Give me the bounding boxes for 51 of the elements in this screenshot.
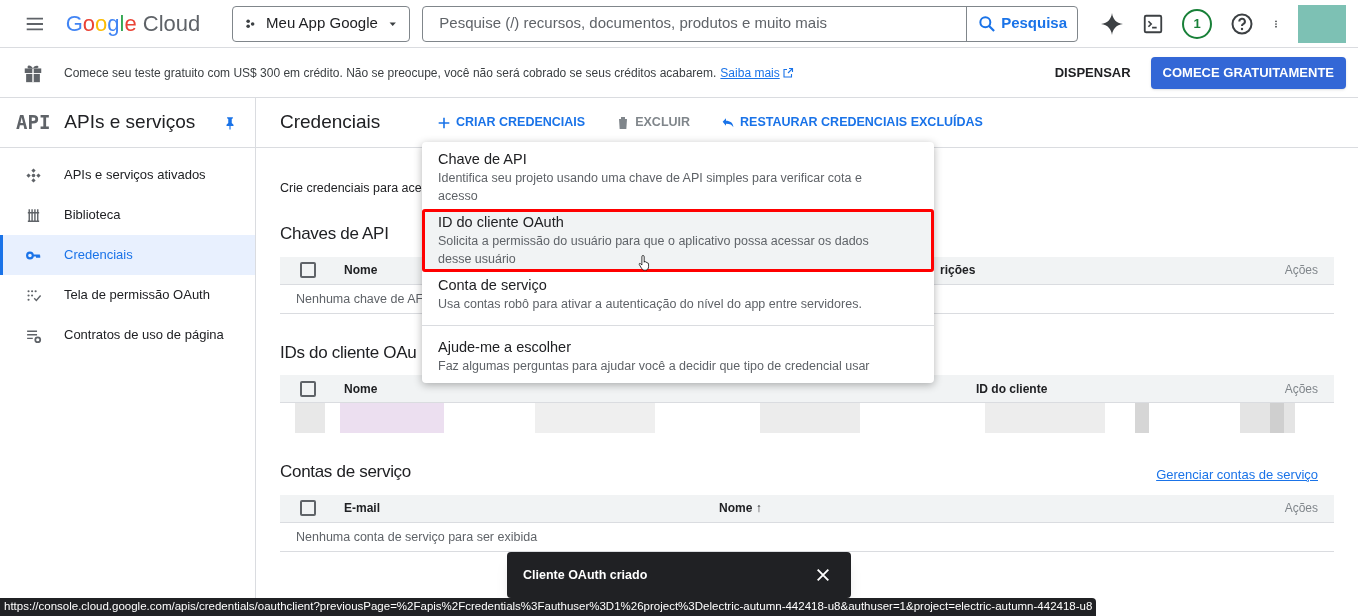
menu-item[interactable]: Ajude-me a escolher Faz algumas perguntas para ajudar você a decidir que tipo de credencial usar xyxy=(422,334,934,379)
close-icon[interactable] xyxy=(815,567,831,583)
toolbar-button[interactable]: CRIAR CREDENCIAIS xyxy=(436,106,586,139)
start-free-button[interactable]: COMECE GRATUITAMENTE xyxy=(1150,56,1346,89)
page-title: Credenciais xyxy=(280,110,382,135)
column-header: ID do cliente xyxy=(976,380,1048,398)
help-icon[interactable] xyxy=(1230,11,1254,36)
snackbar-message: Cliente OAuth criado xyxy=(523,566,648,584)
section-title: IDs do cliente OAu xyxy=(280,341,417,364)
status-url: https://console.cloud.google.com/apis/credentials/oauthclient?previousPage=%2Fapis%2Fcredentials%3Fauthuser%3D1%26project%3Delectric-autumn-442418-u8&authuser=1&project=electric-autumn-442418-u8 xyxy=(0,598,1097,616)
menu-item[interactable]: Conta de serviço Usa contas robô para ativar a autenticação do nível do app entre servidores. xyxy=(422,272,934,317)
column-header: Nome xyxy=(344,381,378,396)
checkbox[interactable] xyxy=(300,380,316,397)
search-button[interactable]: Pesquisa xyxy=(966,6,1077,41)
menu-item[interactable]: Chave de API Identifica seu projeto usando uma chave de API simples para verificar cota e acesso xyxy=(422,146,934,209)
manage-link[interactable]: Gerenciar contas de serviço xyxy=(1156,465,1318,485)
learn-more-link[interactable]: Saiba mais xyxy=(720,63,794,82)
column-header: Nome xyxy=(344,263,378,277)
column-header: E-mail xyxy=(344,501,380,515)
column-header: Nome ↑ xyxy=(719,500,762,517)
banner-text: Comece seu teste gratuito com US$ 300 em crédito. Não se preocupe, você não será cobrado se seus créditos acabarem. xyxy=(64,64,717,82)
sidebar-item[interactable]: Contratos de uso de página xyxy=(0,315,255,355)
column-header: Ações xyxy=(1284,262,1318,279)
dismiss-button[interactable]: DISPENSAR xyxy=(1046,56,1139,89)
library-icon xyxy=(25,206,42,224)
external-link-icon xyxy=(781,66,794,79)
intro-text: Crie credenciais para ace xyxy=(280,181,422,195)
column-header: Ações xyxy=(1284,380,1318,398)
api-label: API xyxy=(16,110,51,136)
project-picker[interactable]: Meu App Google xyxy=(232,5,411,42)
column-header: rições xyxy=(940,262,976,279)
section-title: Contas de serviço xyxy=(280,461,411,483)
empty-message: Nenhuma conta de serviço para ser exibida xyxy=(296,528,538,546)
checkbox[interactable] xyxy=(300,500,316,516)
empty-message: Nenhuma chave de AF xyxy=(296,290,424,308)
checkbox[interactable] xyxy=(300,262,316,278)
search-icon xyxy=(977,13,998,34)
menu-item[interactable]: ID do cliente OAuth Solicita a permissão do usuário para que o aplicativo possa acessar os dados desse usuário xyxy=(422,209,934,272)
sidebar-item[interactable]: APIs e serviços ativados xyxy=(0,155,255,195)
sidebar-item[interactable]: Biblioteca xyxy=(0,195,255,235)
sidebar-item[interactable]: Tela de permissão OAuth xyxy=(0,275,255,315)
section-title: Chaves de API xyxy=(280,223,389,245)
diamond-arrows-icon xyxy=(25,166,42,184)
sidebar-item[interactable]: Credenciais xyxy=(0,235,255,275)
toolbar-button[interactable]: RESTAURAR CREDENCIAIS EXCLUÍDAS xyxy=(720,106,983,139)
terminal-icon[interactable] xyxy=(1142,12,1164,35)
logo[interactable]: Google Cloud xyxy=(65,7,201,40)
search-field[interactable]: Pesquise (/) recursos, documentos, produtos e muito mais Pesquisa xyxy=(422,5,1078,42)
sidebar-title: APIs e serviços xyxy=(64,110,196,135)
notification-badge[interactable]: 1 xyxy=(1182,8,1212,39)
column-header: Ações xyxy=(1284,500,1318,517)
